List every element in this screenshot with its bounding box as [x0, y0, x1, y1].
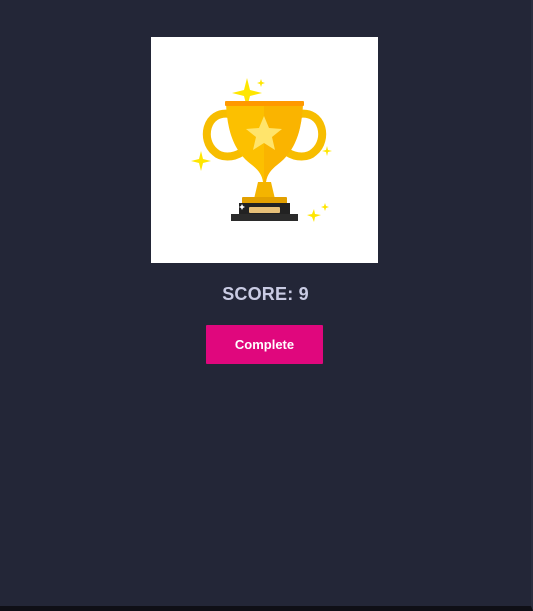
score-screen: SCORE: 9 Complete — [0, 0, 533, 611]
complete-button[interactable]: Complete — [206, 325, 323, 364]
trophy-icon — [151, 37, 378, 263]
score-text: SCORE: 9 — [222, 284, 309, 304]
trophy-card — [151, 37, 378, 263]
